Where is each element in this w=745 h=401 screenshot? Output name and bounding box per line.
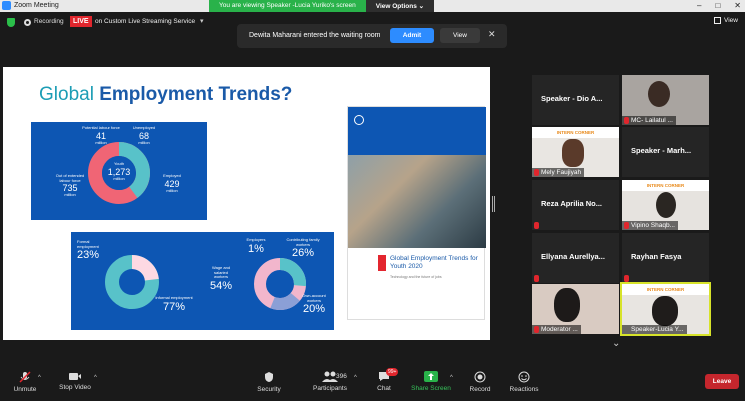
labour-force-panel: Potential labour force 41 million Unempl…: [31, 122, 207, 220]
stat-own-account: Own-account workers 20%: [302, 293, 326, 316]
view-options-button[interactable]: View Options ⌄: [365, 0, 435, 12]
muted-mic-icon: [624, 222, 629, 229]
audio-options-caret-icon[interactable]: ^: [38, 375, 41, 381]
window-controls: – □ ✕: [697, 1, 741, 10]
cover-subtitle: Technology and the future of jobs: [390, 275, 442, 279]
slide-title-bold: Employment Trends?: [99, 84, 293, 105]
stat-informal: Informal employment 77%: [155, 295, 193, 313]
participant-tile[interactable]: Ellyana Aurellya...: [532, 233, 619, 283]
admit-button[interactable]: Admit: [390, 28, 434, 43]
shield-icon: [265, 372, 273, 382]
view-layout-label: View: [724, 17, 738, 24]
participant-tile[interactable]: Reza Aprilia No...: [532, 180, 619, 230]
stat-unemployed: Unemployed 68 million: [132, 125, 156, 145]
maximize-button[interactable]: □: [715, 1, 720, 10]
split-resize-handle[interactable]: [492, 196, 495, 212]
slide-title-prefix: Global: [39, 84, 100, 105]
participant-tile[interactable]: INTERN CORNER Vipino Shaqb...: [622, 180, 709, 230]
participants-caret-icon[interactable]: ^: [354, 375, 357, 381]
share-options-caret-icon[interactable]: ^: [450, 375, 453, 381]
gallery-scroll-down-icon[interactable]: ⌄: [612, 338, 620, 349]
stat-out-of-labour: Out of extended labour force 735 million: [55, 173, 85, 198]
stat-potential: Potential labour force 41 million: [82, 125, 120, 145]
view-layout-button[interactable]: View: [714, 17, 738, 24]
stat-formal: Formal employment 23%: [77, 239, 100, 262]
waiting-room-notification: Dewita Maharani entered the waiting room…: [237, 24, 507, 48]
participant-video-person: [554, 288, 580, 322]
stat-wage-workers: Wage and salaried workers 54%: [209, 265, 233, 292]
shared-screen-slide: Global Employment Trends? Potential labo…: [3, 67, 490, 340]
unmute-button[interactable]: Unmute: [8, 365, 42, 393]
stat-employed: Employed 429 million: [163, 173, 181, 193]
share-screen-icon: [424, 371, 438, 382]
stat-youth-total: Youth 1,273 million: [107, 161, 131, 181]
close-notification-icon[interactable]: ✕: [488, 29, 496, 40]
muted-mic-icon: [624, 117, 629, 124]
cover-photo: [348, 155, 486, 248]
participant-tile-active-speaker[interactable]: INTERN CORNER Speaker-Lucia Y...: [620, 282, 711, 336]
muted-mic-icon: [624, 275, 629, 282]
video-camera-icon: [69, 373, 81, 380]
close-window-button[interactable]: ✕: [734, 1, 741, 10]
share-screen-button[interactable]: Share Screen: [410, 365, 452, 392]
leave-button[interactable]: Leave: [705, 374, 739, 389]
app-title: Zoom Meeting: [2, 1, 59, 10]
muted-mic-icon: [534, 326, 539, 333]
zoom-logo-icon: [2, 1, 11, 10]
muted-mic-icon: [534, 222, 539, 229]
participant-tile[interactable]: Speaker - Marh...: [622, 127, 709, 177]
share-status-bar: You are viewing Speaker -Lucia Yuriko's …: [209, 0, 435, 12]
reactions-button[interactable]: Reactions: [508, 365, 540, 393]
slide-title: Global Employment Trends?: [39, 84, 292, 106]
record-button[interactable]: Record: [466, 365, 494, 393]
report-cover-image: Global Employment Trends for Youth 2020 …: [347, 106, 486, 320]
live-badge: LIVE: [70, 16, 92, 27]
stop-video-button[interactable]: Stop Video: [57, 365, 93, 391]
participant-video-person: [656, 192, 676, 218]
participants-count: 396: [336, 373, 347, 380]
meeting-toolbar: Unmute ^ Stop Video ^ Security Participa…: [0, 365, 745, 401]
live-stream-label[interactable]: on Custom Live Streaming Service: [95, 18, 195, 25]
participant-tile[interactable]: MC- Lailatul ...: [622, 75, 709, 125]
minimize-button[interactable]: –: [697, 1, 701, 10]
muted-mic-icon: [534, 169, 539, 176]
live-dropdown-caret-icon[interactable]: ▾: [200, 17, 204, 25]
video-options-caret-icon[interactable]: ^: [94, 375, 97, 381]
stat-family-workers: Contributing family workers 26%: [286, 237, 320, 260]
participant-video-person: [648, 81, 670, 107]
mic-muted-icon: [19, 371, 31, 383]
participant-video-person: [652, 296, 678, 326]
grid-view-icon: [714, 17, 722, 24]
security-button[interactable]: Security: [253, 365, 285, 393]
record-icon: [474, 371, 486, 383]
stat-employers: Employers 1%: [246, 237, 266, 255]
participant-tile[interactable]: Moderator ...: [532, 284, 619, 334]
employment-type-panel: Formal employment 23% Informal employmen…: [71, 232, 334, 330]
cover-title: Global Employment Trends for Youth 2020: [390, 255, 478, 270]
smiley-icon: [518, 371, 530, 383]
waiting-room-message: Dewita Maharani entered the waiting room: [249, 32, 381, 39]
recording-icon: [24, 19, 31, 26]
cover-accent-bar: [378, 255, 386, 271]
window-title: Zoom Meeting: [14, 2, 59, 9]
view-waiting-button[interactable]: View: [440, 28, 480, 43]
viewing-share-notice: You are viewing Speaker -Lucia Yuriko's …: [209, 0, 366, 12]
ilo-logo-icon: [354, 115, 364, 125]
participant-tile[interactable]: Speaker - Dio A...: [532, 75, 619, 125]
participant-video-person: [562, 139, 584, 167]
participant-tile[interactable]: Rayhan Fasya: [622, 233, 709, 283]
chat-unread-badge: 99+: [386, 368, 399, 376]
security-shield-icon[interactable]: [7, 18, 15, 27]
participant-tile[interactable]: INTERN CORNER Mely Faujiyah: [532, 127, 619, 177]
muted-mic-icon: [534, 275, 539, 282]
recording-label: Recording: [34, 18, 64, 25]
